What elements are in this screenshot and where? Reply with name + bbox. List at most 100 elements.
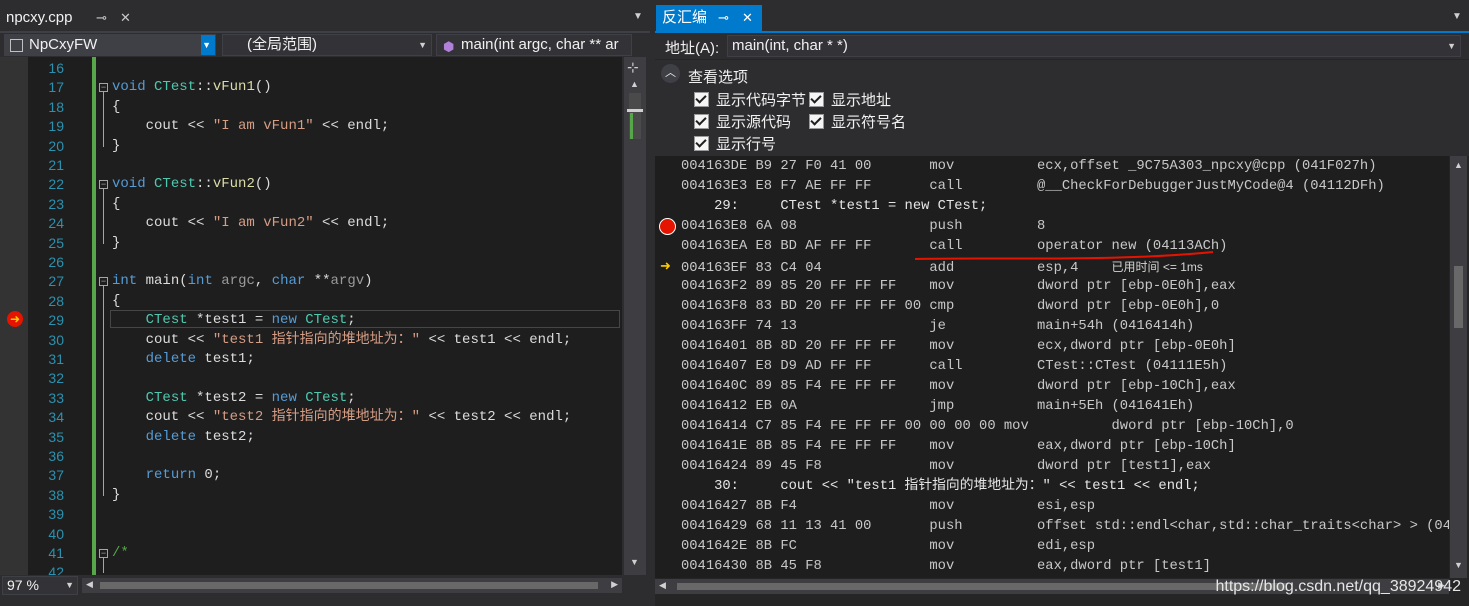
function-dropdown[interactable]: ⬢ main(int argc, char ** ar — [436, 34, 632, 56]
disassembly-vertical-scrollbar[interactable]: ▲ ▼ — [1450, 156, 1467, 578]
checkbox-checked-icon — [694, 92, 709, 107]
scope-name: (全局范围) — [247, 36, 317, 53]
instruction-line: 004163FF 74 13 je main+54h (0416414h) — [681, 319, 1195, 334]
line-number: 33 — [48, 389, 64, 406]
scroll-position-marker — [627, 109, 643, 112]
line-number: 23 — [48, 195, 64, 212]
line-number: 27 — [48, 273, 64, 290]
code-text: void CTest::vFun1() — [112, 79, 272, 96]
line-number: 20 — [48, 137, 64, 154]
code-text: delete test2; — [145, 428, 255, 445]
checkbox-checked-icon — [809, 92, 824, 107]
source-editor-pane: npcxy.cpp ⊸ ✕ ▼ NpCxyFW ▼ (全局范围) ▼ ⬢ mai… — [0, 0, 650, 606]
code-text: /* — [112, 545, 129, 561]
close-icon[interactable]: ✕ — [120, 5, 131, 31]
zoom-dropdown[interactable]: 97 % ▼ — [2, 576, 78, 595]
line-number: 22 — [48, 176, 64, 193]
split-icon[interactable]: ⊹ — [627, 59, 639, 76]
project-dropdown[interactable]: NpCxyFW ▼ — [4, 34, 216, 56]
checkbox-label: 显示符号名 — [831, 114, 907, 131]
code-text: cout << "I am vFun1" << endl; — [112, 118, 390, 135]
pin-icon[interactable]: ⊸ — [718, 5, 729, 31]
scroll-down-icon[interactable]: ▼ — [630, 557, 639, 567]
show-source-checkbox[interactable]: 显示源代码 — [694, 111, 791, 132]
fold-guide — [103, 189, 104, 244]
instruction-line: 00416407 E8 D9 AD FF FF call CTest::CTes… — [681, 359, 1228, 374]
tab-list-chevron-down-icon[interactable]: ▼ — [1452, 11, 1462, 22]
line-number: 18 — [48, 98, 64, 115]
scroll-left-icon[interactable]: ◀ — [659, 580, 666, 591]
line-number: 31 — [48, 351, 64, 367]
scroll-thumb[interactable] — [677, 583, 1287, 590]
instruction-line: 00416412 EB 0A jmp main+5Eh (041641Eh) — [681, 399, 1195, 414]
code-text: cout << "test2 指针指向的堆地址为：" << test2 << e… — [112, 409, 572, 426]
show-symbol-names-checkbox[interactable]: 显示符号名 — [809, 111, 906, 132]
pin-icon[interactable]: ⊸ — [96, 5, 107, 31]
checkbox-checked-icon — [694, 136, 709, 151]
collapse-icon[interactable]: − — [99, 549, 108, 558]
line-number: 38 — [48, 486, 64, 503]
scroll-up-icon[interactable]: ▲ — [630, 79, 639, 89]
chevron-down-icon[interactable]: ▼ — [1447, 36, 1456, 56]
tab-list-chevron-down-icon[interactable]: ▼ — [633, 11, 643, 22]
chevron-down-icon: ▼ — [202, 40, 211, 50]
line-number: 32 — [48, 370, 64, 387]
collapse-options-chevron-icon[interactable]: ︿ — [661, 64, 680, 83]
source-line: 29: CTest *test1 = new CTest; — [681, 199, 988, 214]
source-line: 30: cout << "test1 指针指向的堆地址为：" << test1 … — [681, 479, 1200, 494]
scope-dropdown[interactable]: (全局范围) ▼ — [222, 34, 432, 56]
scroll-down-icon[interactable]: ▼ — [1454, 560, 1463, 570]
chevron-down-icon: ▼ — [65, 580, 74, 590]
document-tabstrip: npcxy.cpp ⊸ ✕ ▼ — [0, 0, 650, 33]
disassembly-listing[interactable]: 004163DE B9 27 F0 41 00 mov ecx,offset _… — [655, 156, 1449, 578]
tab-npcxy-cpp[interactable]: npcxy.cpp ⊸ ✕ — [0, 5, 140, 31]
line-number: 26 — [48, 254, 64, 270]
navigation-bar: NpCxyFW ▼ (全局范围) ▼ ⬢ main(int argc, char… — [0, 33, 650, 57]
line-number: 42 — [48, 564, 64, 575]
code-text: int main(int argc, char **argv) — [112, 273, 373, 290]
code-text: } — [112, 137, 121, 154]
code-text: return 0; — [145, 467, 222, 484]
show-address-checkbox[interactable]: 显示地址 — [809, 89, 891, 110]
checkbox-label: 显示行号 — [716, 136, 777, 153]
line-number: 37 — [48, 467, 64, 484]
line-number: 30 — [48, 331, 64, 348]
editor-horizontal-scrollbar[interactable]: ◀ ▶ — [82, 578, 622, 593]
show-code-bytes-checkbox[interactable]: 显示代码字节 — [694, 89, 806, 110]
tab-disassembly[interactable]: 反汇编 ⊸ ✕ — [656, 5, 762, 31]
tab-title: npcxy.cpp — [6, 9, 73, 26]
code-text: { — [112, 292, 121, 309]
address-bar: 地址(A): main(int, char * *) ▼ — [655, 33, 1469, 59]
collapse-icon[interactable]: − — [99, 83, 108, 93]
collapse-icon[interactable]: − — [99, 277, 108, 287]
address-input[interactable]: main(int, char * *) ▼ — [727, 35, 1461, 57]
line-number: 19 — [48, 118, 64, 135]
change-marker — [630, 113, 633, 139]
editor-status-bar: 97 % ▼ ◀ ▶ — [0, 575, 650, 597]
checkbox-label: 显示代码字节 — [716, 92, 807, 109]
scroll-up-icon[interactable]: ▲ — [1454, 160, 1463, 170]
close-icon[interactable]: ✕ — [742, 5, 753, 31]
show-line-numbers-checkbox[interactable]: 显示行号 — [694, 133, 776, 154]
editor-vertical-scrollbar[interactable]: ⊹ ▲ ▼ — [624, 57, 646, 575]
disassembly-tabstrip: 反汇编 ⊸ ✕ ▼ — [655, 0, 1469, 33]
function-name: main(int argc, char ** ar — [461, 36, 619, 53]
instruction-line: 004163F2 89 85 20 FF FF FF mov dword ptr… — [681, 279, 1236, 294]
code-editor[interactable]: 16 17 void CTest::vFun1() −18{19 cout << "I… — [0, 57, 622, 575]
code-text: cout << "I am vFun2" << endl; — [112, 215, 390, 232]
scroll-thumb[interactable] — [100, 582, 598, 589]
tab-title: 反汇编 — [662, 9, 708, 26]
instruction-line: 0041642E 8B FC mov edi,esp — [681, 539, 1095, 554]
line-number: 36 — [48, 448, 64, 464]
scroll-left-icon[interactable]: ◀ — [86, 579, 93, 590]
scroll-thumb[interactable] — [1454, 266, 1463, 328]
instruction-line: 0041640C 89 85 F4 FE FF FF mov dword ptr… — [681, 379, 1236, 394]
collapse-icon[interactable]: − — [99, 180, 108, 190]
checkbox-label: 显示地址 — [831, 92, 892, 109]
line-number: 16 — [48, 60, 64, 76]
breakpoint-icon[interactable] — [659, 218, 676, 235]
checkbox-label: 显示源代码 — [716, 114, 792, 131]
watermark: https://blog.csdn.net/qq_38924942 — [1215, 578, 1461, 595]
line-number: 35 — [48, 428, 64, 445]
scroll-right-icon[interactable]: ▶ — [611, 579, 618, 590]
